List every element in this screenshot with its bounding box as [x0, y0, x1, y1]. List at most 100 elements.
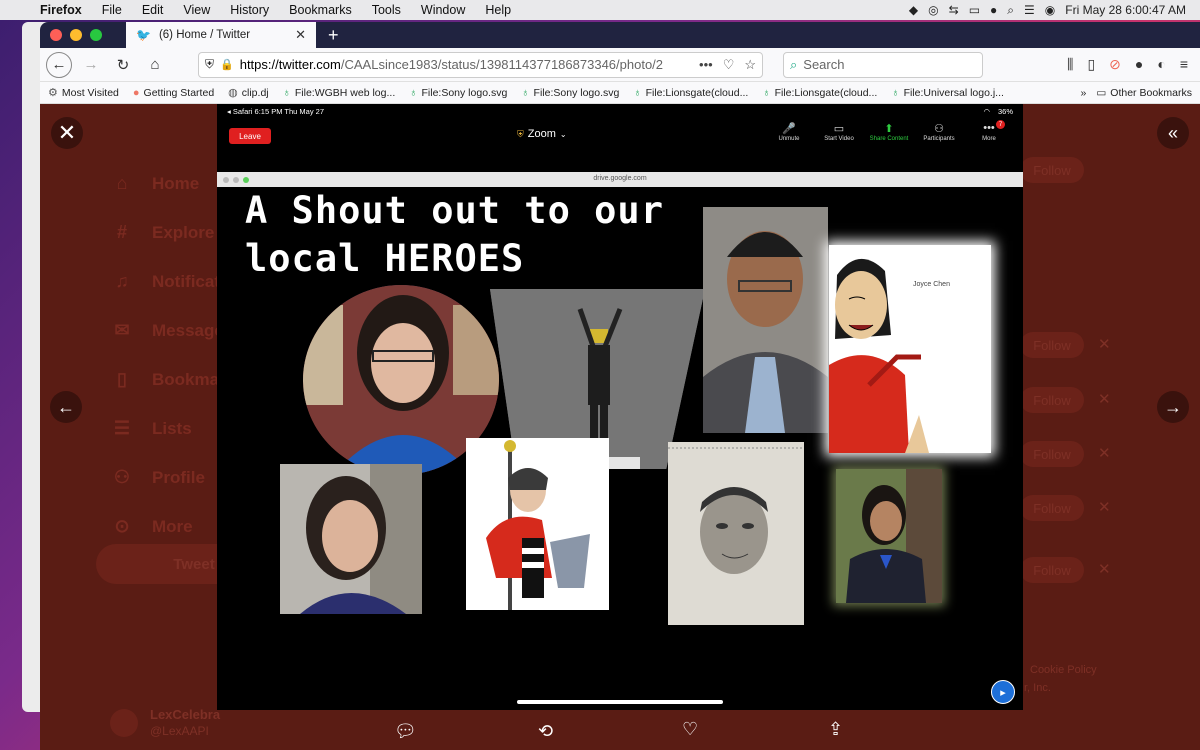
dismiss-icon[interactable]: ✕ — [1098, 335, 1111, 353]
nav-profile[interactable]: ⚇ Profile — [110, 453, 226, 502]
like-icon[interactable]: ♡ — [682, 719, 698, 740]
menu-icon[interactable]: ≡ — [1180, 56, 1188, 73]
bookmark-item[interactable]: ♁ File:Lionsgate(cloud... — [633, 87, 748, 99]
nav-notifications[interactable]: ♫ Notificati — [110, 257, 226, 306]
spotlight-icon[interactable]: ⌕ — [1007, 3, 1014, 18]
share-icon[interactable]: ⇪ — [828, 719, 843, 740]
bookmark-item[interactable]: ● Getting Started — [133, 87, 214, 99]
dismiss-icon[interactable]: ✕ — [1098, 560, 1111, 578]
close-window-button[interactable] — [50, 29, 62, 41]
next-photo-button[interactable]: → — [1157, 391, 1189, 423]
extension2-icon[interactable]: ● — [1135, 56, 1143, 73]
follow-button[interactable]: Follow — [1020, 557, 1084, 583]
minimize-window-button[interactable] — [70, 29, 82, 41]
menu-edit[interactable]: Edit — [132, 3, 174, 17]
follow-button[interactable]: Follow — [1020, 332, 1084, 358]
nav-bar: ← → ↻ ⌂ ⛨ 🔒 https://twitter.com/CAALsinc… — [40, 48, 1200, 82]
forward-button[interactable]: → — [78, 52, 104, 78]
follow-button[interactable]: Follow — [1020, 157, 1084, 183]
bookmarks-toolbar: ⚙ Most Visited ● Getting Started ◍ clip.dj … — [40, 82, 1200, 104]
battery-percent: 36% — [997, 106, 1013, 116]
bookmark-item[interactable]: ♁ File:WGBH web log... — [283, 87, 396, 99]
battery-icon[interactable]: ▭ — [969, 3, 980, 17]
cc-icon[interactable]: ◎ — [928, 3, 938, 17]
zoom-toolbar: Leave ⛨ Zoom ⌄ 🎤 Unmute ▭ Start Video ⬆ Sha… — [217, 118, 1023, 154]
back-button[interactable]: ← — [46, 51, 72, 78]
nav-lists[interactable]: ☰ Lists — [110, 404, 226, 453]
avatar[interactable] — [110, 709, 138, 737]
dismiss-icon[interactable]: ✕ — [1098, 444, 1111, 462]
menu-history[interactable]: History — [220, 3, 279, 17]
shared-browser-chrome: drive.google.com — [217, 172, 1023, 187]
wikimedia-icon: ♁ — [282, 86, 291, 99]
dismiss-icon[interactable]: ✕ — [1098, 390, 1111, 408]
siri-icon[interactable]: ◉ — [1045, 3, 1055, 17]
reply-icon[interactable]: 💬︎ — [394, 721, 417, 742]
pocket-icon[interactable]: ♡ — [723, 57, 735, 73]
portrait-man — [703, 207, 828, 433]
sidebar-icon[interactable]: ▯ — [1087, 56, 1095, 73]
library-icon[interactable]: ⫼ — [1067, 56, 1073, 73]
menu-app[interactable]: Firefox — [30, 3, 92, 17]
nav-home[interactable]: ⌂ Home — [110, 159, 226, 208]
retweet-icon[interactable]: ⟲ — [538, 721, 553, 742]
follow-button[interactable]: Follow — [1020, 387, 1084, 413]
menu-help[interactable]: Help — [475, 3, 521, 17]
account-handle: @LexAAPI — [150, 724, 209, 738]
nav-bookmarks[interactable]: ▯ Bookmar — [110, 355, 226, 404]
menu-tools[interactable]: Tools — [362, 3, 411, 17]
home-button[interactable]: ⌂ — [142, 52, 168, 78]
follow-button[interactable]: Follow — [1020, 441, 1084, 467]
hashtag-icon: # — [116, 222, 127, 242]
close-photo-button[interactable]: ✕ — [51, 117, 83, 149]
bookmark-item[interactable]: ♁ File:Sony logo.svg — [521, 87, 619, 99]
other-bookmarks[interactable]: ▭ Other Bookmarks — [1096, 87, 1192, 99]
follow-button[interactable]: Follow — [1020, 495, 1084, 521]
shared-address: drive.google.com — [593, 175, 647, 182]
lock-icon[interactable]: 🔒 — [220, 58, 234, 71]
zoom-window-button[interactable] — [90, 29, 102, 41]
url-bar[interactable]: ⛨ 🔒 https://twitter.com/CAALsince1983/st… — [198, 51, 763, 78]
collapse-sidebar-button[interactable]: « — [1157, 117, 1189, 149]
teamviewer-icon[interactable]: ⇆ — [949, 3, 959, 17]
start-video-tool: ▭ Start Video — [824, 123, 854, 142]
bookmark-item[interactable]: ♁ File:Lionsgate(cloud... — [762, 87, 877, 99]
user-icon[interactable]: ● — [990, 3, 997, 17]
bookmark-item[interactable]: ◍ clip.dj — [228, 86, 268, 100]
close-tab-icon[interactable]: ✕ — [295, 27, 306, 43]
nav-messages[interactable]: ✉ Message — [110, 306, 226, 355]
page-actions-icon[interactable]: ••• — [699, 57, 713, 73]
bookmark-item[interactable]: ♁ File:Sony logo.svg — [409, 87, 507, 99]
tab-twitter[interactable]: 🐦 (6) Home / Twitter ✕ — [126, 22, 316, 48]
reload-button[interactable]: ↻ — [110, 52, 136, 78]
twitter-photo-view: ⌂ Home # Explore ♫ Notificati ✉ Message ▯ Boo… — [40, 104, 1200, 750]
dismiss-icon[interactable]: ✕ — [1098, 498, 1111, 516]
search-placeholder: Search — [803, 57, 845, 72]
new-tab-button[interactable]: + — [328, 22, 339, 48]
extension-icon[interactable]: ⊘ — [1109, 56, 1121, 73]
bookmark-star-icon[interactable]: ☆ — [744, 57, 756, 73]
people-icon: ⚇ — [934, 123, 944, 135]
previous-photo-button[interactable]: ← — [50, 391, 82, 423]
extension3-icon[interactable]: ◐ — [1157, 56, 1165, 73]
home-indicator — [517, 700, 723, 704]
control-center-icon[interactable]: ☰ — [1024, 3, 1035, 17]
wikimedia-icon: ♁ — [409, 86, 418, 99]
shield-icon[interactable]: ⛨ — [205, 57, 214, 72]
leave-button: Leave — [229, 128, 271, 144]
nav-explore[interactable]: # Explore — [110, 208, 226, 257]
chevron-more-icon[interactable]: » — [1081, 87, 1087, 99]
cookie-policy-link[interactable]: Cookie Policy — [1030, 664, 1097, 676]
bookmark-item[interactable]: ♁ File:Universal logo.j... — [891, 87, 1004, 99]
menu-file[interactable]: File — [92, 3, 132, 17]
clock[interactable]: Fri May 28 6:00:47 AM — [1065, 3, 1186, 17]
search-input[interactable]: ⌕ Search — [783, 51, 983, 78]
dropbox-icon[interactable]: ◆ — [909, 3, 918, 17]
wikimedia-icon: ♁ — [521, 86, 530, 99]
pencil-sketch-portrait — [668, 442, 804, 625]
menu-window[interactable]: Window — [411, 3, 475, 17]
bookmark-item[interactable]: ⚙ Most Visited — [48, 86, 119, 100]
menu-bookmarks[interactable]: Bookmarks — [279, 3, 362, 17]
menu-view[interactable]: View — [173, 3, 220, 17]
firefox-icon: ● — [132, 86, 140, 99]
